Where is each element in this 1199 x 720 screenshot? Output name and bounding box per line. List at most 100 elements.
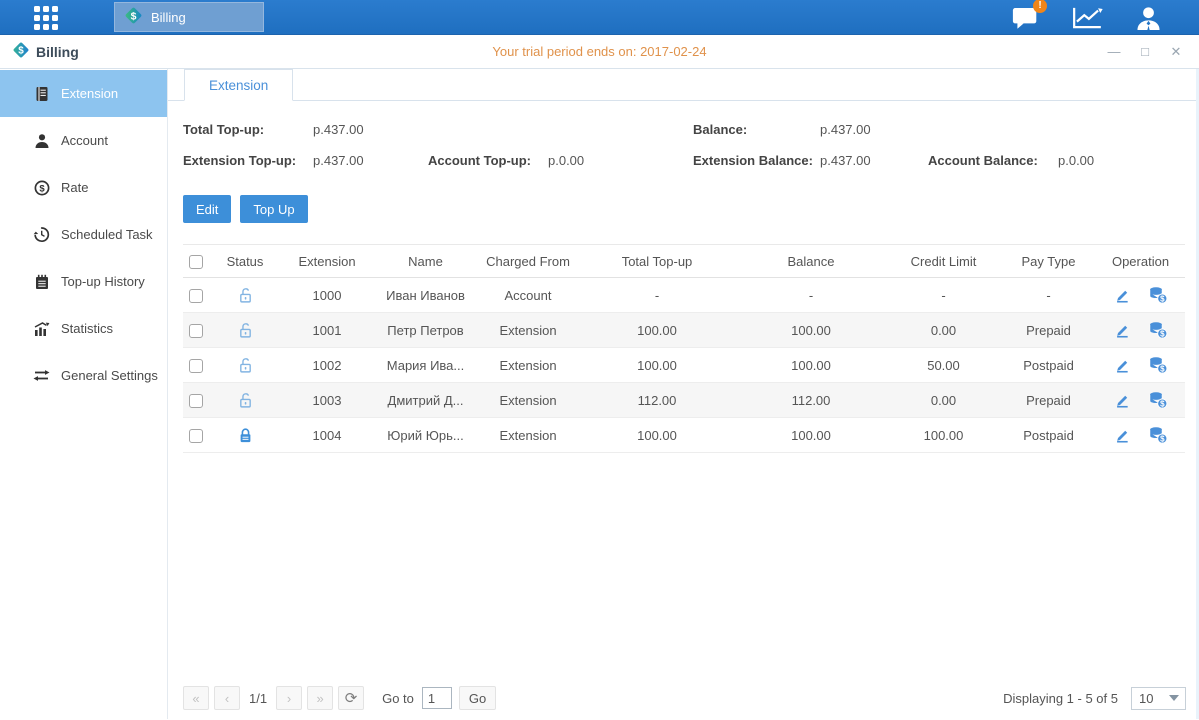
cell-balance: 112.00	[736, 383, 886, 418]
window-title: $ Billing	[12, 41, 79, 62]
goto-label: Go to	[382, 691, 414, 706]
sidebar-item-top-up-history[interactable]: Top-up History	[0, 258, 167, 305]
cell-charged-from: Extension	[478, 313, 578, 348]
cell-total-topup: 100.00	[578, 418, 736, 453]
column-header-extension: Extension	[281, 245, 373, 278]
summary-panel: Total Top-up: p.437.00 Balance: p.437.00…	[183, 114, 1184, 176]
column-header-status: Status	[209, 245, 281, 278]
edit-icon[interactable]	[1113, 426, 1131, 441]
edit-button[interactable]: Edit	[183, 195, 231, 223]
topup-icon[interactable]: $	[1148, 286, 1168, 301]
extension-balance-value: p.437.00	[820, 153, 928, 168]
account-balance-value: p.0.00	[1058, 153, 1094, 168]
app-launcher-icon[interactable]	[34, 6, 72, 28]
window-header: $ Billing Your trial period ends on: 201…	[0, 35, 1199, 69]
column-header-pay-type: Pay Type	[1001, 245, 1096, 278]
cell-name: Петр Петров	[373, 313, 478, 348]
edit-icon[interactable]	[1113, 391, 1131, 406]
column-header-balance: Balance	[736, 245, 886, 278]
topup-icon[interactable]: $	[1148, 321, 1168, 336]
edit-icon[interactable]	[1113, 286, 1131, 301]
row-checkbox[interactable]	[189, 289, 203, 303]
tab-bar: Extension	[168, 69, 1199, 101]
topup-icon[interactable]: $	[1148, 426, 1168, 441]
row-checkbox[interactable]	[189, 394, 203, 408]
cell-total-topup: 100.00	[578, 348, 736, 383]
billing-diamond-icon: $	[12, 41, 30, 62]
cell-extension: 1001	[281, 313, 373, 348]
book-icon	[33, 85, 50, 102]
cell-pay-type: Postpaid	[1001, 348, 1096, 383]
topup-icon[interactable]: $	[1148, 356, 1168, 371]
header-checkbox-cell	[183, 245, 209, 278]
sidebar: Extension Account $ Rate Scheduled Task …	[0, 69, 168, 719]
row-checkbox[interactable]	[189, 429, 203, 443]
sidebar-item-account[interactable]: Account	[0, 117, 167, 164]
tab-extension[interactable]: Extension	[184, 69, 293, 101]
pagination-bar: « ‹ 1/1 › » ⟳ Go to Go Displaying 1 - 5 …	[183, 685, 1186, 711]
extension-topup-value: p.437.00	[313, 153, 428, 168]
taskbar: $ Billing !	[0, 0, 1199, 35]
edit-icon[interactable]	[1113, 321, 1131, 336]
taskbar-tab-billing[interactable]: $ Billing	[114, 2, 264, 32]
last-page-button[interactable]: »	[307, 686, 333, 710]
page-size-select[interactable]: 10	[1131, 687, 1186, 710]
row-checkbox[interactable]	[189, 359, 203, 373]
cell-extension: 1003	[281, 383, 373, 418]
window-controls: — □ ✕	[1107, 44, 1183, 60]
minimize-icon[interactable]: —	[1107, 44, 1121, 60]
main-content: Extension Total Top-up: p.437.00 Balance…	[168, 69, 1199, 719]
svg-text:$: $	[1160, 365, 1165, 374]
refresh-icon[interactable]: ⟳	[338, 686, 364, 710]
cell-total-topup: 112.00	[578, 383, 736, 418]
total-topup-value: p.437.00	[313, 122, 428, 137]
prev-page-button[interactable]: ‹	[214, 686, 240, 710]
go-button[interactable]: Go	[459, 686, 496, 710]
first-page-button[interactable]: «	[183, 686, 209, 710]
sidebar-item-general-settings[interactable]: General Settings	[0, 352, 167, 399]
cell-charged-from: Extension	[478, 418, 578, 453]
sidebar-item-scheduled-task[interactable]: Scheduled Task	[0, 211, 167, 258]
top-up-button[interactable]: Top Up	[240, 195, 307, 223]
row-checkbox[interactable]	[189, 324, 203, 338]
maximize-icon[interactable]: □	[1138, 44, 1152, 60]
edit-icon[interactable]	[1113, 356, 1131, 371]
messages-icon[interactable]: !	[1012, 5, 1039, 30]
sidebar-item-extension[interactable]: Extension	[0, 70, 167, 117]
notification-badge: !	[1033, 0, 1047, 13]
cell-name: Юрий Юрь...	[373, 418, 478, 453]
table-header-row: StatusExtensionNameCharged FromTotal Top…	[183, 245, 1185, 278]
table-row: 1004 Юрий Юрь... Extension 100.00 100.00…	[183, 418, 1185, 453]
topup-icon[interactable]: $	[1148, 391, 1168, 406]
cell-credit-limit: -	[886, 278, 1001, 313]
extension-balance-label: Extension Balance:	[693, 153, 820, 168]
cell-balance: 100.00	[736, 418, 886, 453]
svg-text:$: $	[1160, 295, 1165, 304]
cell-pay-type: -	[1001, 278, 1096, 313]
extensions-table: StatusExtensionNameCharged FromTotal Top…	[183, 244, 1185, 453]
account-topup-label: Account Top-up:	[428, 153, 548, 168]
statistics-icon[interactable]	[1072, 6, 1103, 29]
svg-text:$: $	[39, 183, 45, 194]
select-all-checkbox[interactable]	[189, 255, 203, 269]
table-row: 1000 Иван Иванов Account - - - - $	[183, 278, 1185, 313]
bar-chart-icon	[33, 320, 50, 337]
unlock-icon	[237, 356, 254, 371]
next-page-button[interactable]: ›	[276, 686, 302, 710]
cell-credit-limit: 0.00	[886, 313, 1001, 348]
sidebar-item-statistics[interactable]: Statistics	[0, 305, 167, 352]
unlock-icon	[237, 321, 254, 336]
app-window: $ Billing !	[0, 0, 1199, 720]
table-body: 1000 Иван Иванов Account - - - - $ 1001 …	[183, 278, 1185, 453]
goto-page-input[interactable]	[422, 687, 452, 709]
ledger-icon	[33, 273, 50, 290]
action-buttons: Edit Top Up	[183, 195, 1184, 223]
cell-extension: 1000	[281, 278, 373, 313]
user-icon[interactable]	[1136, 6, 1161, 30]
sidebar-item-rate[interactable]: $ Rate	[0, 164, 167, 211]
extension-topup-label: Extension Top-up:	[183, 153, 313, 168]
table-row: 1003 Дмитрий Д... Extension 112.00 112.0…	[183, 383, 1185, 418]
cell-balance: 100.00	[736, 313, 886, 348]
svg-text:$: $	[1160, 330, 1165, 339]
close-icon[interactable]: ✕	[1169, 44, 1183, 60]
